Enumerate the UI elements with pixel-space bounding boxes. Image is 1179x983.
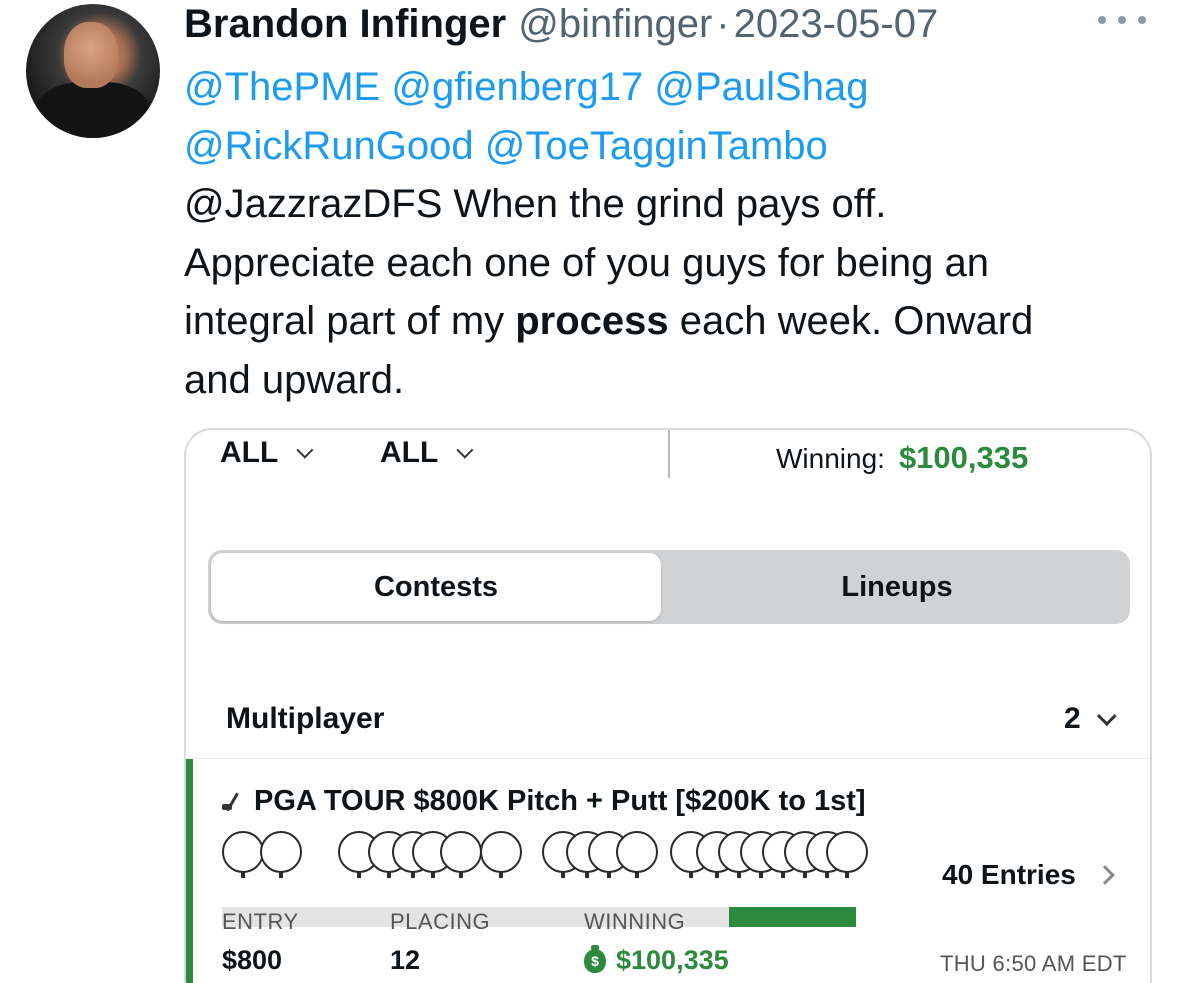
avatar-body xyxy=(36,82,150,138)
chevron-right-icon xyxy=(1094,865,1115,885)
chevron-down-icon xyxy=(456,441,474,459)
divider xyxy=(668,430,670,478)
contest-time: THU 6:50 AM EDT xyxy=(940,951,1127,976)
tweet-text-fragment: each week. Onward xyxy=(668,299,1034,343)
winning-value-row: $ $100,335 xyxy=(584,944,729,976)
section-count: 2 xyxy=(1064,702,1081,735)
more-icon[interactable] xyxy=(1098,10,1146,30)
placing-label: PLACING xyxy=(390,909,491,934)
placing-value: 12 xyxy=(390,945,421,975)
filter-label: ALL xyxy=(380,436,439,469)
filter-label: ALL xyxy=(220,436,279,469)
mention-link[interactable]: @ToeTagginTambo xyxy=(485,124,828,168)
chevron-down-icon xyxy=(296,441,314,459)
tweet-text-fragment: When the grind pays off. xyxy=(442,182,887,226)
entry-value: $800 xyxy=(222,945,283,975)
tweet-line: and upward. xyxy=(184,357,405,402)
separator-dot: · xyxy=(716,2,730,46)
winning-col-label: WINNING xyxy=(584,909,686,934)
status-accent-bar xyxy=(186,759,193,983)
tab-lineups[interactable]: Lineups xyxy=(664,550,1130,624)
type-filter[interactable]: ALL xyxy=(380,436,474,470)
tweet-line: @ThePME @gfienberg17 @PaulShag xyxy=(184,58,1164,117)
bold-word: process xyxy=(515,299,669,343)
tweet-line: integral part of my process each week. O… xyxy=(184,292,1164,351)
mention-link[interactable]: @ThePME xyxy=(184,65,380,109)
mention-link[interactable]: @gfienberg17 xyxy=(391,65,643,109)
mention-link[interactable]: @RickRunGood xyxy=(184,124,474,168)
golf-club-icon xyxy=(222,792,242,812)
author-handle[interactable]: @binfinger xyxy=(518,2,712,47)
contest-card[interactable]: PGA TOUR $800K Pitch + Putt [$200K to 1s… xyxy=(186,758,1150,983)
entry-balloon xyxy=(222,831,264,878)
progress-fill xyxy=(729,907,856,927)
segmented-control: Contests Lineups xyxy=(208,550,1130,624)
tweet-line: @RickRunGood @ToeTagginTambo xyxy=(184,117,1164,176)
tweet-text-fragment: integral part of my xyxy=(184,299,516,343)
tweet-line: @JazzrazDFS When the grind pays off. xyxy=(184,175,1164,234)
entry-balloon xyxy=(826,831,868,878)
contest-title: PGA TOUR $800K Pitch + Putt [$200K to 1s… xyxy=(254,785,866,817)
winning-label: Winning: xyxy=(776,443,885,474)
mention-link[interactable]: @PaulShag xyxy=(654,65,868,109)
sport-filter[interactable]: ALL xyxy=(220,436,314,470)
contest-title-row: PGA TOUR $800K Pitch + Putt [$200K to 1s… xyxy=(222,785,866,818)
winning-summary: Winning: $100,335 xyxy=(776,440,1028,476)
section-count-toggle[interactable]: 2 xyxy=(1064,702,1117,736)
author-name[interactable]: Brandon Infinger xyxy=(184,2,506,47)
entry-balloon xyxy=(440,831,482,878)
entry-balloon xyxy=(480,831,522,878)
tweet-header: Brandon Infinger @binfinger · 2023-05-07 xyxy=(184,2,938,48)
avatar-face xyxy=(64,22,118,88)
entries-balloons xyxy=(222,831,868,927)
entry-label: ENTRY xyxy=(222,909,299,934)
entry-balloon xyxy=(260,831,302,878)
avatar[interactable] xyxy=(26,4,160,138)
entries-count: 40 Entries xyxy=(942,859,1076,890)
section-title: Multiplayer xyxy=(226,702,385,735)
chevron-down-icon xyxy=(1096,706,1117,727)
attached-image[interactable]: ALL ALL Winning: $100,335 Contests Lineu… xyxy=(184,428,1152,983)
tweet-date[interactable]: 2023-05-07 xyxy=(734,2,939,47)
winning-amount: $100,335 xyxy=(898,440,1029,475)
tab-contests[interactable]: Contests xyxy=(211,553,661,621)
mention-link[interactable]: @JazzrazDFS xyxy=(184,182,442,226)
entries-link[interactable]: 40 Entries xyxy=(942,859,1115,891)
entry-balloon xyxy=(616,831,658,878)
winning-value: $100,335 xyxy=(616,945,729,975)
tweet-line: Appreciate each one of you guys for bein… xyxy=(184,240,989,285)
tweet-text: @ThePME @gfienberg17 @PaulShag @RickRunG… xyxy=(184,58,1164,409)
money-bag-icon: $ xyxy=(584,944,606,973)
